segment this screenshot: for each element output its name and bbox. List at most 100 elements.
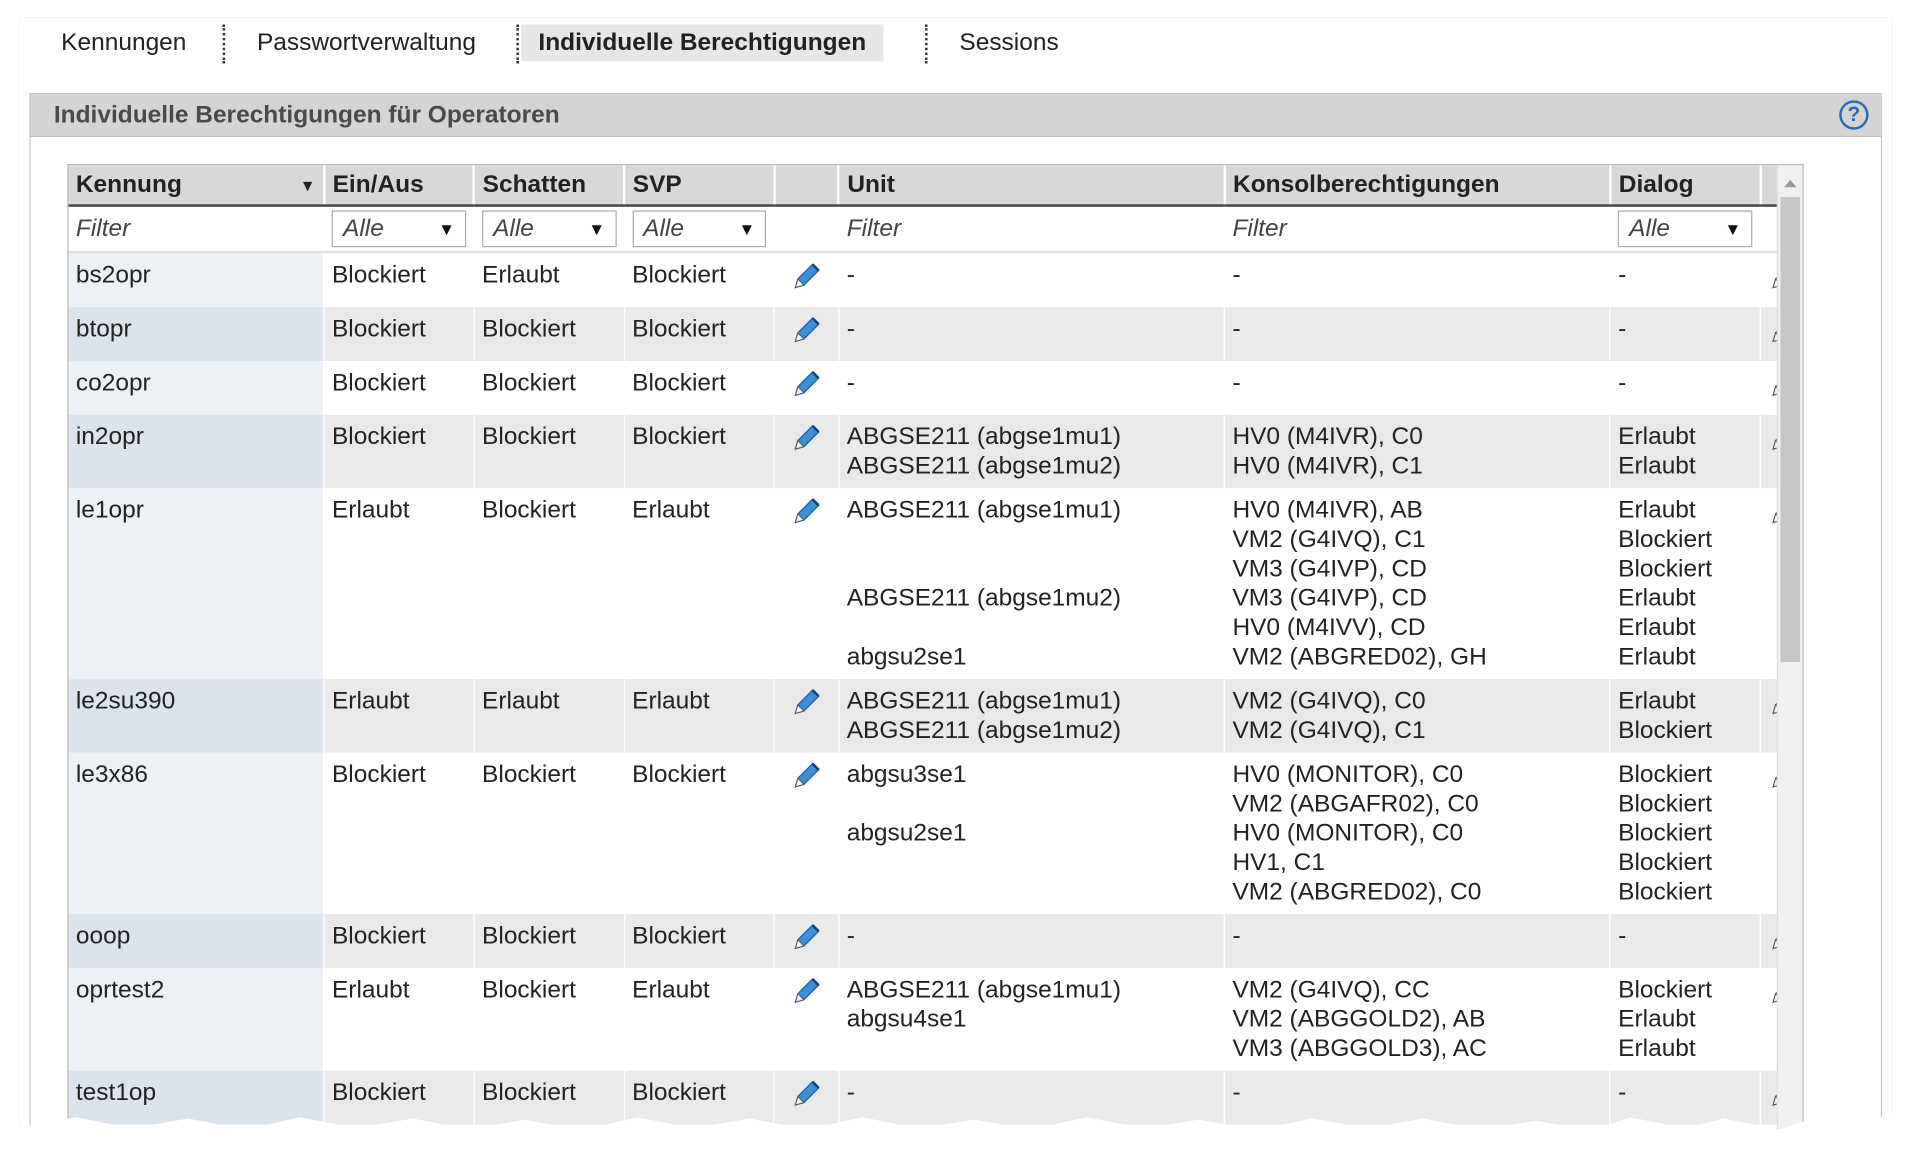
pencil-edit-icon[interactable] (791, 686, 823, 718)
pencil-edit-icon[interactable] (791, 368, 823, 400)
tab-divider (925, 24, 928, 64)
cell-kennung: le3x86 (68, 752, 325, 915)
cell-dialog-line: Erlaubt (1618, 1005, 1696, 1033)
cell-schatten: Erlaubt (474, 679, 625, 753)
sort-desc-icon[interactable]: ▼ (300, 176, 316, 194)
vertical-scrollbar[interactable] (1776, 165, 1803, 1131)
panel-title: Individuelle Berechtigungen für Operator… (53, 101, 560, 129)
tab-divider (222, 24, 226, 64)
cell-svp: Blockiert (624, 307, 775, 361)
konsol-filter-input[interactable]: Filter (1232, 215, 1286, 242)
table-row[interactable]: ooop Blockiert Blockiert Blockiert - - - (68, 914, 1802, 968)
edit-basic-button[interactable] (774, 752, 840, 915)
column-header-ein-aus[interactable]: Ein/Aus (324, 165, 476, 207)
table-row[interactable]: co2opr Blockiert Blockiert Blockiert - - - (68, 360, 1802, 415)
cell-dialog-line: Blockiert (1618, 878, 1713, 906)
cell-konsolberechtigungen: - (1224, 307, 1611, 361)
cell-unit-line (847, 554, 1217, 583)
edit-basic-button[interactable] (774, 914, 840, 968)
cell-konsolberechtigungen: HV0 (MONITOR), C0 VM2 (ABGAFR02), C0 HV0 (… (1224, 752, 1611, 915)
schatten-filter-select[interactable]: Alle ▼ (482, 210, 617, 248)
scroll-up-arrow-icon[interactable] (1784, 179, 1797, 188)
scroll-thumb[interactable] (1780, 197, 1801, 663)
table-row[interactable]: test1op Blockiert Blockiert Blockiert - - - (68, 1070, 1802, 1125)
cell-schatten: Blockiert (474, 752, 625, 915)
cell-schatten: Blockiert (474, 307, 625, 361)
column-header-svp[interactable]: SVP (624, 165, 776, 207)
cell-svp: Blockiert (624, 914, 775, 968)
edit-basic-button[interactable] (774, 967, 840, 1071)
edit-basic-button[interactable] (774, 414, 840, 489)
cell-dialog-line: Erlaubt (1618, 1035, 1696, 1063)
edit-basic-button[interactable] (774, 1070, 840, 1125)
column-header-konsolberechtigungen[interactable]: Konsolberechtigungen (1224, 165, 1612, 207)
cell-schatten: Blockiert (474, 488, 625, 680)
tab-sessions[interactable]: Sessions (942, 24, 1076, 61)
cell-svp: Erlaubt (624, 488, 775, 680)
edit-basic-button[interactable] (774, 252, 840, 308)
edit-basic-button[interactable] (774, 360, 840, 415)
pencil-edit-icon[interactable] (791, 261, 823, 293)
pencil-edit-icon[interactable] (791, 1078, 823, 1110)
cell-konsolberechtigungen-line: VM2 (G4IVQ), CC (1232, 976, 1430, 1004)
dropdown-arrow-icon: ▼ (588, 219, 606, 239)
table-row[interactable]: oprtest2 Erlaubt Blockiert Erlaubt ABGSE211 … (68, 967, 1802, 1071)
pencil-edit-icon[interactable] (791, 975, 823, 1007)
cell-dialog: - (1610, 252, 1761, 308)
table-row[interactable]: bs2opr Blockiert Erlaubt Blockiert - - - (68, 252, 1802, 308)
table-row[interactable]: le1opr Erlaubt Blockiert Erlaubt ABGSE211 (a… (68, 488, 1802, 680)
edit-basic-button[interactable] (774, 679, 840, 753)
cell-konsolberechtigungen-line: - (1232, 315, 1241, 343)
cell-dialog-line: Erlaubt (1618, 423, 1696, 451)
cell-svp: Blockiert (624, 414, 775, 489)
pencil-edit-icon[interactable] (791, 496, 823, 528)
cell-unit-line: abgsu4se1 (846, 1005, 967, 1033)
tab-kennungen[interactable]: Kennungen (44, 24, 203, 61)
cell-dialog-line: - (1618, 369, 1627, 397)
edit-basic-button[interactable] (774, 488, 840, 680)
cell-unit: - (838, 307, 1226, 361)
svp-filter-select[interactable]: Alle ▼ (632, 210, 767, 248)
cell-unit: abgsu3se1 abgsu2se1 (838, 752, 1226, 915)
column-header-unit[interactable]: Unit (838, 165, 1226, 207)
kennung-filter-input[interactable]: Filter (76, 215, 130, 242)
cell-unit-line: abgsu2se1 (846, 819, 967, 847)
cell-konsolberechtigungen-line: HV0 (M4IVV), CD (1232, 614, 1426, 642)
tab-individuelle-berechtigungen[interactable]: Individuelle Berechtigungen (521, 24, 884, 62)
cell-dialog: - (1610, 1070, 1761, 1125)
cell-konsolberechtigungen: - (1224, 1070, 1611, 1125)
cell-unit-line: ABGSE211 (abgse1mu1) (846, 976, 1122, 1004)
permissions-panel: Individuelle Berechtigungen für Operator… (29, 93, 1883, 1131)
cell-kennung: bs2opr (68, 252, 325, 308)
unit-filter-input[interactable]: Filter (847, 215, 901, 242)
cell-konsolberechtigungen: - (1224, 360, 1611, 415)
cell-svp: Erlaubt (624, 967, 775, 1071)
table-row[interactable]: btopr Blockiert Blockiert Blockiert - - - (68, 307, 1802, 361)
tab-passwortverwaltung[interactable]: Passwortverwaltung (240, 24, 493, 61)
table-row[interactable]: le2su390 Erlaubt Erlaubt Erlaubt ABGSE211 (a… (68, 679, 1802, 753)
pencil-edit-icon[interactable] (791, 422, 823, 454)
cell-dialog-line: Erlaubt (1618, 496, 1696, 524)
help-icon[interactable]: ? (1839, 100, 1869, 130)
filter-row: Filter Alle ▼ Alle ▼ Alle ▼ Filter Filter A… (68, 205, 1802, 254)
cell-konsolberechtigungen: HV0 (M4IVR), C0 HV0 (M4IVR), C1 (1224, 414, 1611, 489)
cell-schatten: Blockiert (474, 967, 625, 1071)
pencil-edit-icon[interactable] (791, 314, 823, 346)
pencil-edit-icon[interactable] (791, 921, 823, 953)
table-row[interactable]: in2opr Blockiert Blockiert Blockiert ABGSE21… (68, 414, 1802, 489)
cell-dialog-line: Blockiert (1618, 717, 1713, 745)
cell-unit: - (838, 1070, 1226, 1125)
pencil-edit-icon[interactable] (791, 760, 823, 792)
header-row: Kennung ▼ Ein/Aus Schatten SVP Unit Konso… (68, 165, 1803, 207)
cell-konsolberechtigungen-line: HV0 (M4IVR), AB (1232, 496, 1423, 524)
edit-basic-button[interactable] (774, 307, 840, 361)
column-header-dialog[interactable]: Dialog (1610, 165, 1762, 207)
cell-dialog-line: Erlaubt (1618, 584, 1696, 612)
dialog-filter-select[interactable]: Alle ▼ (1618, 210, 1753, 248)
column-header-kennung[interactable]: Kennung ▼ (68, 165, 326, 207)
cell-ein-aus: Erlaubt (324, 679, 475, 753)
cell-unit-line: ABGSE211 (abgse1mu2) (846, 717, 1122, 745)
table-row[interactable]: le3x86 Blockiert Blockiert Blockiert abgsu3s… (68, 752, 1802, 915)
ein-aus-filter-select[interactable]: Alle ▼ (331, 210, 467, 248)
column-header-schatten[interactable]: Schatten (474, 165, 626, 207)
